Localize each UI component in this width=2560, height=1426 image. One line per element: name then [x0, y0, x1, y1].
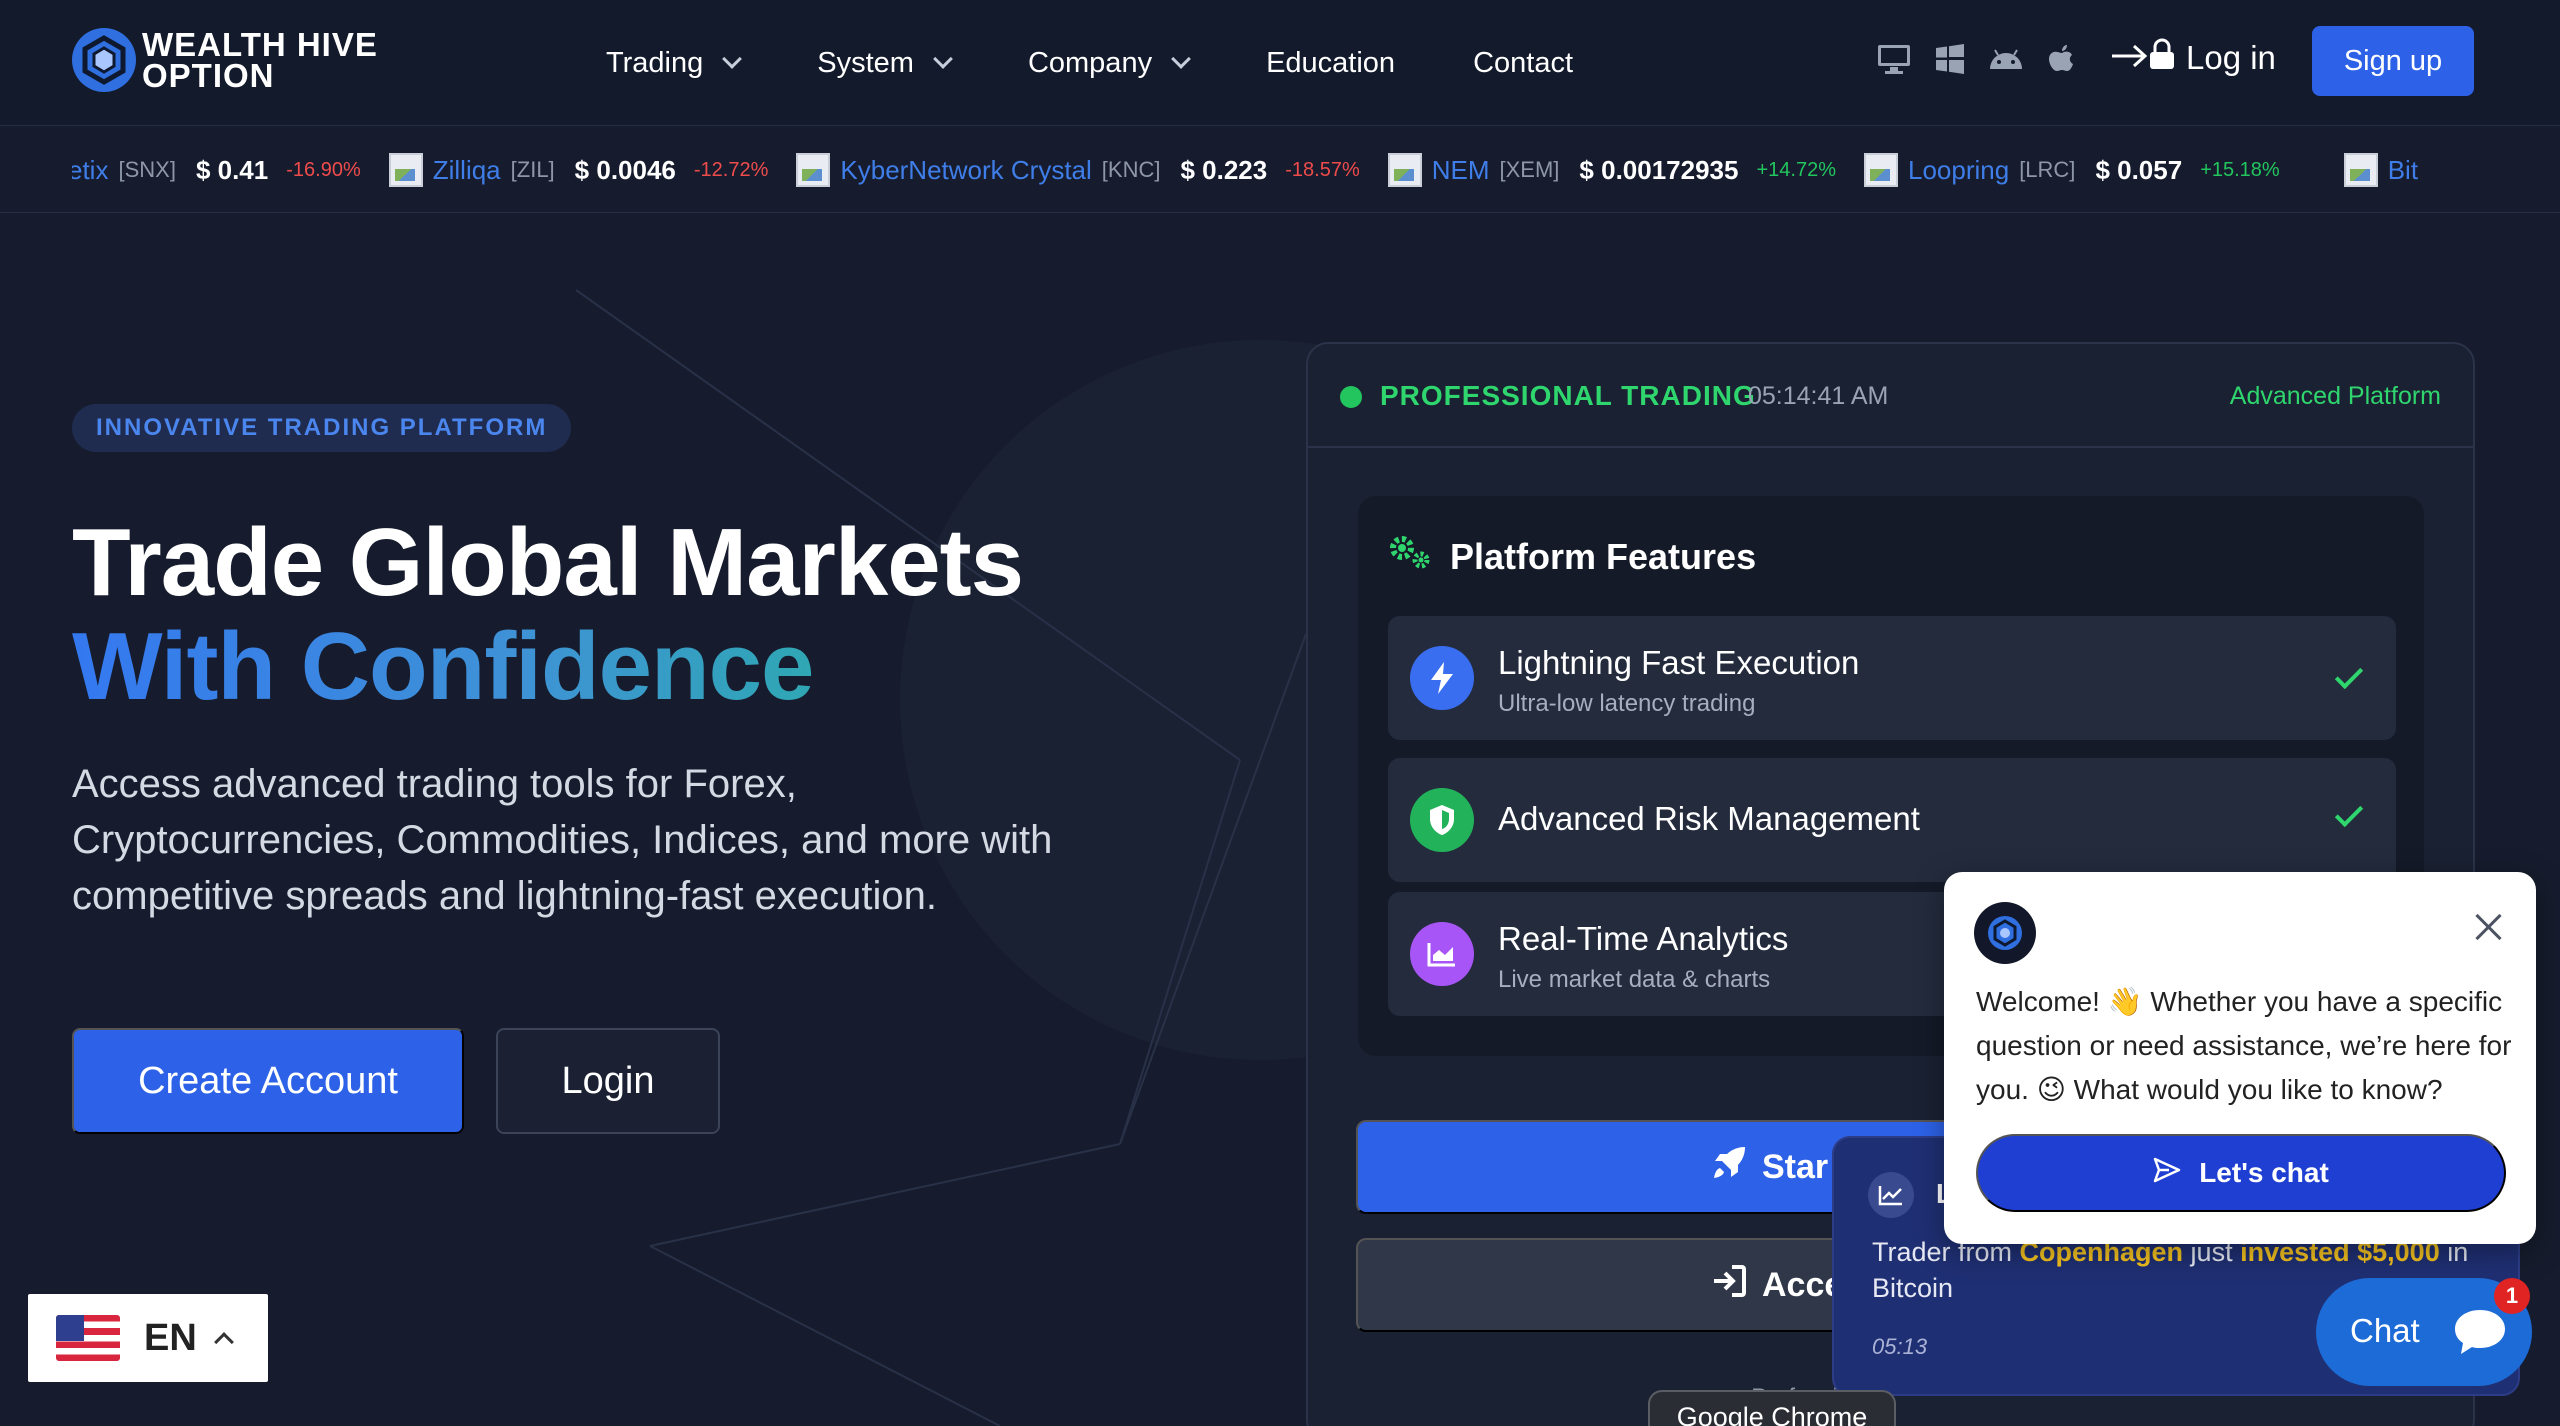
chat-avatar	[1974, 902, 2036, 964]
browser-tooltip: Google Chrome	[1648, 1390, 1896, 1426]
hero-description: Access advanced trading tools for Forex,…	[72, 762, 1053, 918]
chart-icon	[1410, 922, 1474, 986]
nav-contact[interactable]: Contact	[1473, 47, 1573, 80]
send-icon	[2153, 1157, 2181, 1190]
panel-header: PROFESSIONAL TRADING 05:14:41 AM Advance…	[1308, 344, 2473, 448]
features-title: Platform Features	[1388, 534, 1756, 579]
brand-logo[interactable]: WEALTH HIVE OPTION	[72, 28, 378, 92]
coin-image-icon	[1863, 153, 1898, 187]
live-status-dot	[1340, 386, 1362, 408]
chat-unread-badge: 1	[2494, 1278, 2530, 1314]
chevron-down-icon	[1171, 49, 1191, 69]
ticker-item[interactable]: Bit	[2343, 153, 2428, 187]
chevron-up-icon	[213, 1332, 234, 1352]
brand-name: WEALTH HIVE OPTION	[142, 26, 378, 94]
coin-image-icon	[796, 153, 831, 187]
android-icon[interactable]	[1988, 42, 2024, 76]
us-flag-icon	[56, 1315, 120, 1361]
ticker-item[interactable]: etix [SNX] $ 0.41 -16.90%	[72, 155, 361, 186]
price-ticker: etix [SNX] $ 0.41 -16.90% Zilliqa [ZIL] $ 0.0…	[0, 127, 2560, 213]
platform-icons	[1876, 42, 2080, 76]
signup-button[interactable]: Sign up	[2312, 26, 2474, 96]
language-selector[interactable]: EN	[28, 1294, 268, 1382]
check-icon	[2334, 660, 2364, 690]
sign-in-icon	[1712, 1264, 1746, 1306]
arrow-right-icon	[2112, 39, 2148, 77]
chat-welcome-popup: Welcome! 👋 Whether you have a specific q…	[1944, 872, 2536, 1244]
nav-trading[interactable]: Trading	[606, 47, 743, 80]
ticker-item[interactable]: Loopring [LRC] $ 0.057 +15.18%	[1863, 153, 2280, 187]
hero-badge: INNOVATIVE TRADING PLATFORM	[72, 404, 572, 452]
feature-item-risk[interactable]: Advanced Risk Management	[1388, 758, 2396, 882]
chevron-down-icon	[722, 49, 743, 69]
lets-chat-button[interactable]: Let's chat	[1976, 1134, 2506, 1212]
ticker-change: +14.72%	[1756, 158, 1836, 181]
apple-icon[interactable]	[2044, 42, 2080, 76]
nav-company[interactable]: Company	[1028, 47, 1191, 80]
hexagon-logo-icon	[72, 28, 136, 92]
check-icon	[2334, 798, 2364, 828]
chat-welcome-message: Welcome! 👋 Whether you have a specific q…	[1976, 986, 2512, 1105]
windows-icon[interactable]	[1932, 42, 1968, 76]
top-navbar: WEALTH HIVE OPTION Trading System Compan…	[0, 0, 2560, 126]
feature-item-execution[interactable]: Lightning Fast Execution Ultra-low laten…	[1388, 616, 2396, 740]
hero-title-line2: With Confidence	[72, 613, 814, 720]
coin-image-icon	[388, 153, 423, 187]
language-code: EN	[144, 1316, 197, 1359]
nav-system[interactable]: System	[817, 47, 953, 80]
ticker-change: -18.57%	[1285, 158, 1360, 181]
coin-image-icon	[2343, 153, 2378, 187]
panel-status: PROFESSIONAL TRADING	[1380, 380, 1756, 411]
lock-icon	[2148, 38, 2176, 78]
panel-clock: 05:14:41 AM	[1748, 382, 1889, 410]
shield-icon	[1410, 788, 1474, 852]
chart-line-icon	[1868, 1172, 1914, 1218]
ticker-item[interactable]: KyberNetwork Crystal [KNC] $ 0.223 -18.57%	[796, 153, 1360, 187]
notification-time: 05:13	[1872, 1334, 1928, 1359]
desktop-icon[interactable]	[1876, 42, 1912, 76]
hero-login-button[interactable]: Login	[496, 1028, 720, 1134]
ticker-item[interactable]: Zilliqa [ZIL] $ 0.0046 -12.72%	[388, 153, 769, 187]
ticker-change: -12.72%	[693, 158, 769, 181]
nav-education[interactable]: Education	[1266, 47, 1395, 80]
chat-launcher-label: Chat	[2350, 1312, 2420, 1349]
chevron-down-icon	[933, 49, 953, 69]
ticker-change: +15.18%	[2200, 158, 2280, 181]
lightning-icon	[1410, 646, 1474, 710]
ticker-item[interactable]: NEM [XEM] $ 0.00172935 +14.72%	[1387, 153, 1836, 187]
hero-title-line1: Trade Global Markets	[72, 509, 1024, 616]
main-menu: Trading System Company Education Contact	[606, 0, 1573, 126]
coin-image-icon	[1387, 153, 1422, 187]
gears-icon	[1388, 534, 1432, 579]
close-icon[interactable]	[2472, 910, 2506, 944]
rocket-icon	[1712, 1146, 1746, 1189]
create-account-button[interactable]: Create Account	[72, 1028, 464, 1134]
panel-tag: Advanced Platform	[2229, 382, 2441, 410]
ticker-change: -16.90%	[286, 158, 361, 181]
login-link[interactable]: Log in	[2112, 38, 2276, 78]
